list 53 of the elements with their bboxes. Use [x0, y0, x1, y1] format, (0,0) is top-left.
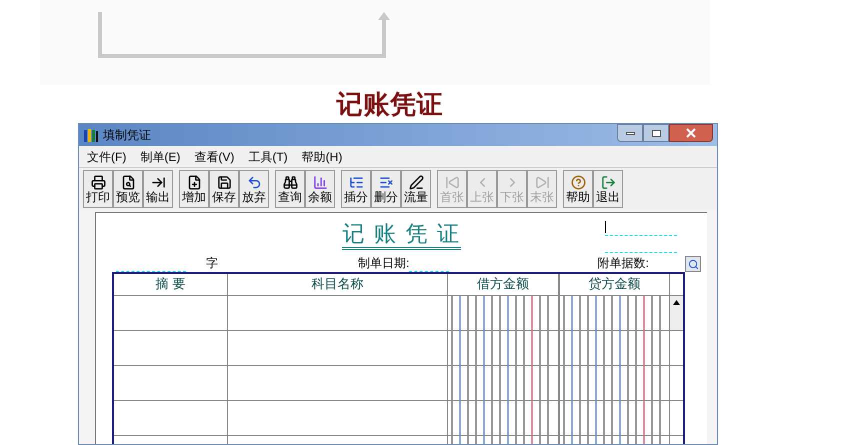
toolbar-button[interactable]: 打印: [83, 170, 113, 208]
column-header: 摘 要: [114, 274, 228, 295]
menu-item[interactable]: 文件(F): [87, 148, 126, 166]
toolbar-icon: [120, 174, 136, 190]
scrollbar[interactable]: [670, 296, 683, 330]
toolbar-button[interactable]: 放弃: [239, 170, 269, 208]
toolbar-icon: [600, 174, 616, 190]
column-header: 贷方金额: [560, 274, 670, 295]
toolbar-button[interactable]: 预览: [113, 170, 143, 208]
toolbar-button[interactable]: 退出: [593, 170, 623, 208]
toolbar-button[interactable]: 查询: [275, 170, 305, 208]
toolbar-icon: [378, 174, 394, 190]
lookup-button[interactable]: [685, 256, 701, 272]
toolbar-button[interactable]: 输出: [143, 170, 173, 208]
toolbar-icon: [444, 174, 460, 190]
date-label: 制单日期:: [358, 255, 410, 272]
toolbar-icon: [348, 174, 364, 190]
attachments-label: 附单据数:: [598, 255, 649, 272]
toolbar-icon: [90, 174, 106, 190]
menu-item[interactable]: 帮助(H): [302, 148, 342, 166]
menu-item[interactable]: 查看(V): [194, 148, 234, 166]
word-label: 字: [206, 255, 218, 272]
voucher-title: 记 账 凭 证: [342, 221, 461, 250]
scroll-up-arrow-icon: [673, 300, 680, 305]
toolbar-icon: [186, 174, 202, 190]
page-title: 记账凭证: [336, 88, 444, 121]
toolbar-icon: [216, 174, 232, 190]
maximize-button[interactable]: [643, 124, 669, 142]
toolbar-icon: [570, 174, 586, 190]
menu-item[interactable]: 工具(T): [248, 148, 288, 166]
toolbar-icon: [246, 174, 262, 190]
menu-item[interactable]: 制单(E): [140, 148, 180, 166]
toolbar-button[interactable]: 删分: [371, 170, 401, 208]
close-icon: [686, 128, 696, 138]
toolbar-icon: [282, 174, 298, 190]
toolbar-icon: [408, 174, 424, 190]
toolbar-button[interactable]: 帮助: [563, 170, 593, 208]
search-icon: [688, 258, 698, 270]
column-header: 科目名称: [228, 274, 448, 295]
toolbar-button[interactable]: 增加: [179, 170, 209, 208]
toolbar-icon: [312, 174, 328, 190]
toolbar-button[interactable]: 余额: [305, 170, 335, 208]
toolbar-button[interactable]: 流量: [401, 170, 431, 208]
toolbar-button[interactable]: 插分: [341, 170, 371, 208]
toolbar-icon: [150, 174, 166, 190]
text-cursor: [605, 221, 606, 233]
column-header: 借方金额: [448, 274, 560, 295]
books-icon: [83, 127, 99, 143]
window-title: 填制凭证: [103, 127, 151, 144]
toolbar-icon: [534, 174, 550, 190]
minimize-button[interactable]: [617, 124, 643, 142]
close-button[interactable]: [669, 124, 713, 142]
toolbar-button[interactable]: 保存: [209, 170, 239, 208]
